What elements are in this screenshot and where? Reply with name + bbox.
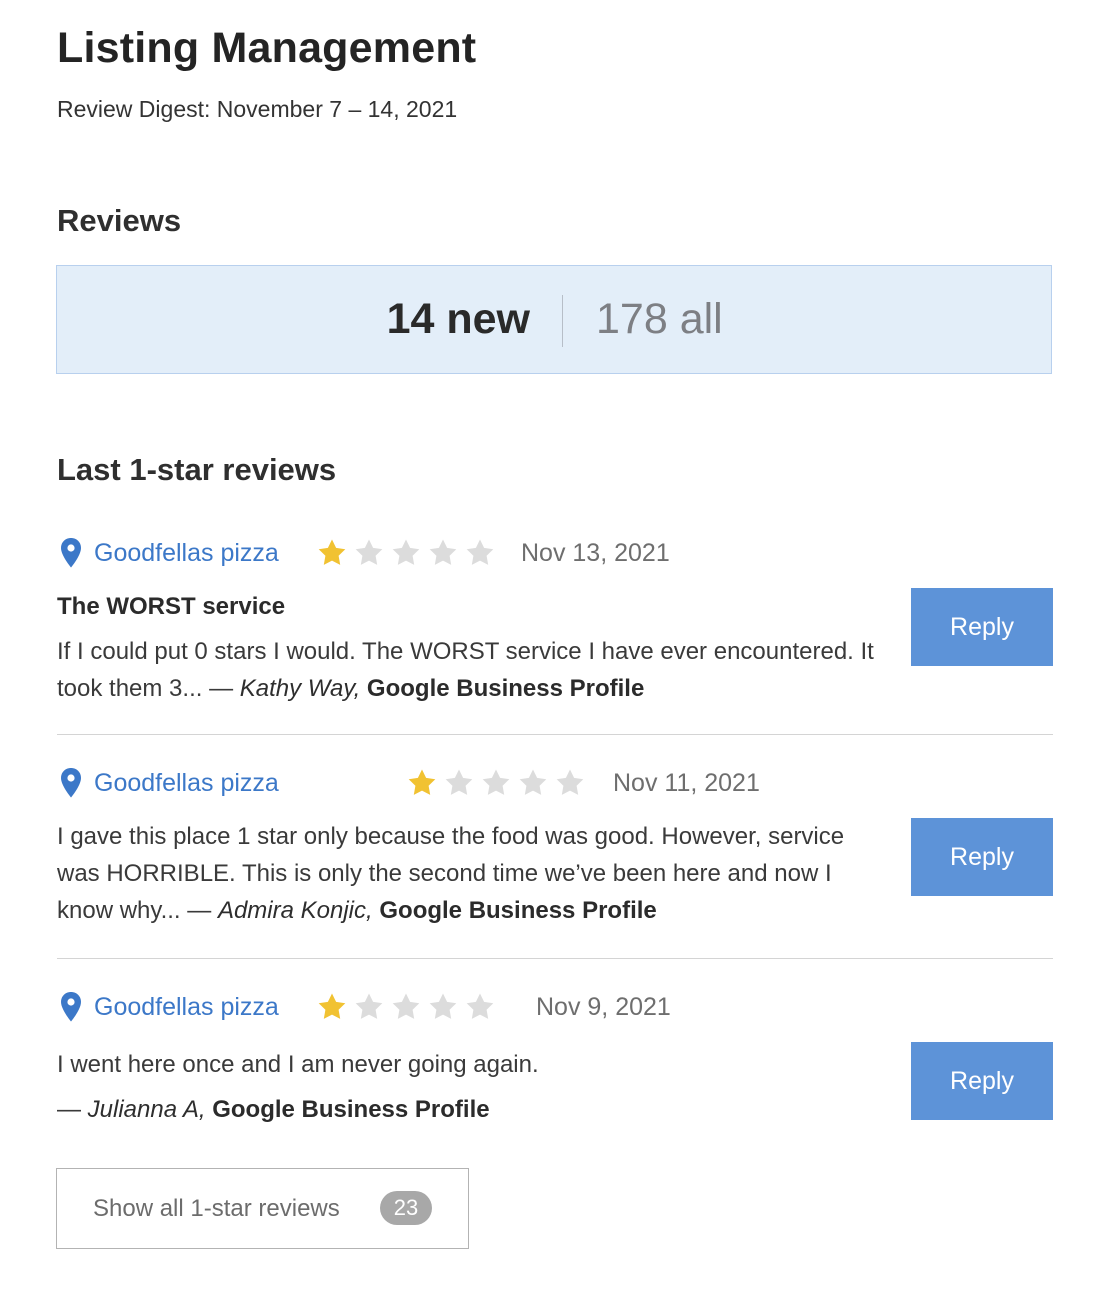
one-star-reviews-heading: Last 1-star reviews <box>57 452 337 487</box>
attribution-dash: — <box>209 675 234 702</box>
review-text: If I could put 0 stars I would. The WORS… <box>57 633 887 707</box>
star-empty-icon <box>392 539 420 565</box>
review-author: Admira Konjic, <box>217 897 373 924</box>
place-link[interactable]: Goodfellas pizza <box>94 539 279 568</box>
map-pin-icon <box>61 768 81 798</box>
star-filled-icon <box>318 993 346 1019</box>
star-empty-icon <box>519 769 547 795</box>
review-text: I went here once and I am never going ag… <box>57 1042 887 1132</box>
digest-date-range: Review Digest: November 7 – 14, 2021 <box>57 96 458 122</box>
review-date: Nov 11, 2021 <box>613 769 760 797</box>
review-source: Google Business Profile <box>212 1096 490 1123</box>
review-source: Google Business Profile <box>366 675 645 702</box>
star-empty-icon <box>466 539 494 565</box>
reply-button[interactable]: Reply <box>911 818 1053 896</box>
star-empty-icon <box>429 539 457 565</box>
review-meta: Goodfellas pizza Nov 11, 2021 <box>57 767 917 801</box>
star-empty-icon <box>466 993 494 1019</box>
star-rating <box>316 991 496 1023</box>
review-author: Kathy Way, <box>239 675 361 702</box>
star-empty-icon <box>355 539 383 565</box>
reply-button[interactable]: Reply <box>911 588 1053 666</box>
star-rating <box>316 537 496 569</box>
star-filled-icon <box>318 539 346 565</box>
review-divider <box>57 734 1053 735</box>
review-meta: Goodfellas pizza Nov 9, 2021 <box>57 991 917 1025</box>
review-date: Nov 13, 2021 <box>521 539 670 567</box>
new-reviews-count[interactable]: 14 new <box>387 295 530 344</box>
attribution-dash: — <box>187 897 212 924</box>
star-rating <box>406 767 586 799</box>
star-empty-icon <box>355 993 383 1019</box>
star-empty-icon <box>392 993 420 1019</box>
attribution-dash: — <box>57 1096 81 1123</box>
star-empty-icon <box>445 769 473 795</box>
review-author: Julianna A, <box>87 1096 206 1123</box>
count-badge: 23 <box>380 1191 432 1225</box>
review-text: I gave this place 1 star only because th… <box>57 818 887 929</box>
summary-divider <box>562 295 563 347</box>
star-empty-icon <box>482 769 510 795</box>
review-snippet: I went here once and I am never going ag… <box>57 1051 539 1078</box>
reply-button[interactable]: Reply <box>911 1042 1053 1120</box>
review-meta: Goodfellas pizza Nov 13, 2021 <box>57 537 917 571</box>
star-empty-icon <box>429 993 457 1019</box>
show-all-one-star-button[interactable]: Show all 1-star reviews 23 <box>56 1168 469 1249</box>
show-all-label: Show all 1-star reviews <box>93 1195 340 1222</box>
review-source: Google Business Profile <box>379 897 657 924</box>
place-link[interactable]: Goodfellas pizza <box>94 769 279 798</box>
star-empty-icon <box>556 769 584 795</box>
review-title: The WORST service <box>57 593 286 620</box>
review-divider <box>57 958 1053 959</box>
reviews-heading: Reviews <box>57 203 182 238</box>
map-pin-icon <box>61 538 81 568</box>
reviews-summary-box: 14 new 178 all <box>56 265 1052 374</box>
page-title: Listing Management <box>57 24 477 72</box>
all-reviews-count[interactable]: 178 all <box>596 295 723 344</box>
star-filled-icon <box>408 769 436 795</box>
review-date: Nov 9, 2021 <box>536 993 671 1021</box>
place-link[interactable]: Goodfellas pizza <box>94 993 279 1022</box>
map-pin-icon <box>61 992 81 1022</box>
